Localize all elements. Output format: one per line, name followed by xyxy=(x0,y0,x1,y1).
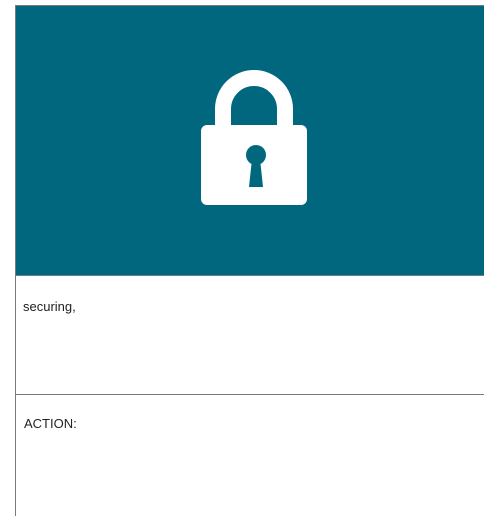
slide-card: securing, ACTION: xyxy=(15,5,484,516)
lock-icon xyxy=(201,70,307,205)
hero-banner xyxy=(16,6,484,276)
section-text: ACTION: xyxy=(24,416,77,431)
content-section-action: ACTION: xyxy=(16,395,484,517)
section-text: securing, xyxy=(23,299,76,314)
content-section-securing: securing, xyxy=(16,276,484,395)
